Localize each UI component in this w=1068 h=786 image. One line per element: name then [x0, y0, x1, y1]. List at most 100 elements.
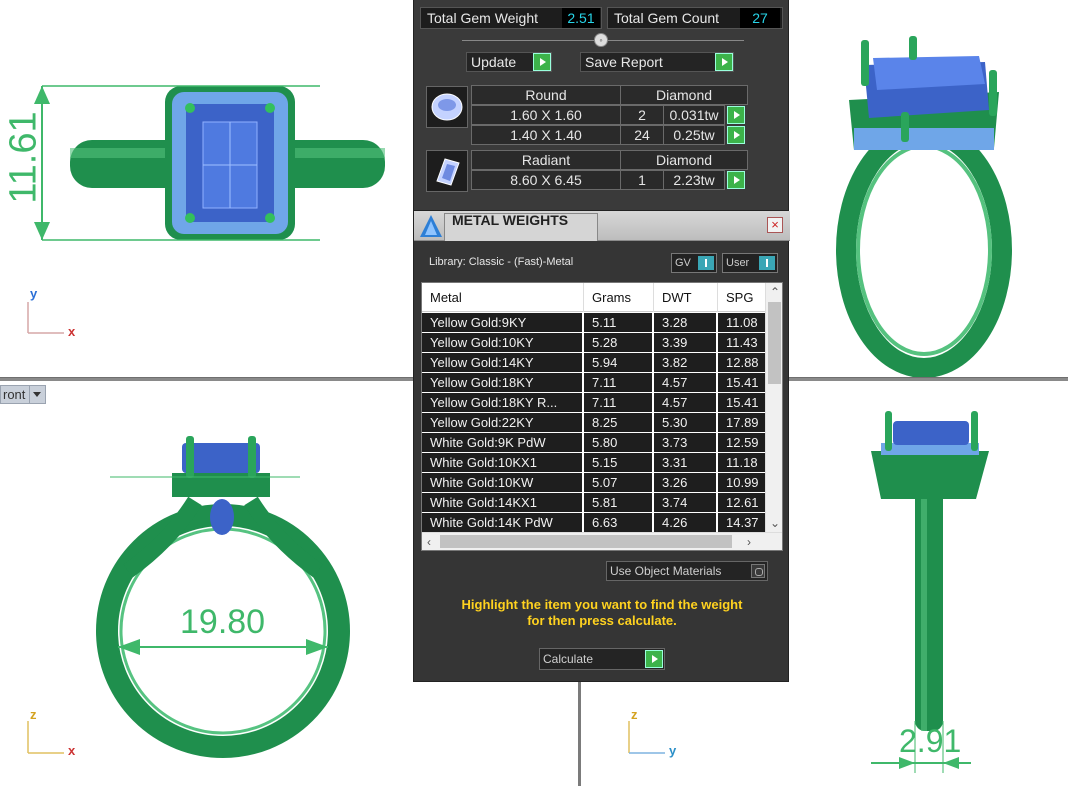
column-header-metal[interactable]: Metal — [422, 283, 584, 312]
save-report-play-icon[interactable] — [715, 53, 733, 71]
viewport-perspective[interactable] — [789, 0, 1068, 377]
gem-shape-radiant: Radiant — [471, 150, 621, 170]
gem-size-row: 8.60 X 6.45 — [471, 170, 621, 190]
horizontal-scrollbar[interactable]: ‹ › — [422, 532, 782, 550]
cell-grams: 5.11 — [584, 313, 654, 332]
user-toggle[interactable]: User — [722, 253, 778, 273]
cell-metal: Yellow Gold:10KY — [422, 333, 584, 352]
cell-metal: Yellow Gold:22KY — [422, 413, 584, 432]
total-gem-weight-value: 2.51 — [562, 8, 600, 28]
table-header: Metal Grams DWT SPG — [422, 283, 778, 312]
cell-dwt: 3.26 — [654, 473, 718, 492]
app-root: 11.61 y x 19.80 z x ront 2.91 z y Total … — [0, 0, 1068, 786]
gem-row-play-icon[interactable] — [727, 171, 745, 189]
cell-metal: White Gold:10KW — [422, 473, 584, 492]
user-toggle-label: User — [726, 257, 750, 269]
gem-weight-row: 0.25tw — [663, 125, 725, 145]
cell-metal: Yellow Gold:18KY — [422, 373, 584, 392]
metal-weights-title: METAL WEIGHTS — [452, 212, 569, 228]
cell-dwt: 4.26 — [654, 513, 718, 532]
cell-dwt: 4.57 — [654, 393, 718, 412]
scroll-up-icon[interactable]: ⌃ — [770, 284, 780, 300]
scroll-right-icon[interactable]: › — [747, 534, 751, 550]
cell-grams: 5.15 — [584, 453, 654, 472]
cell-dwt: 3.73 — [654, 433, 718, 452]
calculate-play-icon[interactable] — [645, 650, 663, 668]
axis-y-label-right: y — [669, 743, 677, 758]
vertical-scroll-thumb[interactable] — [768, 302, 781, 384]
gem-row-play-icon[interactable] — [727, 126, 745, 144]
metal-weights-table[interactable]: Metal Grams DWT SPG Yellow Gold:9KY 5.11 3… — [421, 282, 783, 551]
vertical-scrollbar[interactable]: ⌃ ⌄ — [765, 283, 782, 534]
table-row[interactable]: Yellow Gold:22KY 8.25 5.30 17.89 — [422, 413, 778, 433]
ring-top-view — [27, 85, 385, 334]
close-icon[interactable]: × — [767, 217, 783, 233]
metal-weights-icon — [420, 215, 442, 237]
cell-dwt: 4.57 — [654, 373, 718, 392]
instruction-text: Highlight the item you want to find the … — [414, 597, 790, 629]
viewport-front-menu[interactable]: ront — [0, 385, 47, 404]
size-slider-knob[interactable]: ◦ — [594, 33, 608, 47]
scroll-left-icon[interactable]: ‹ — [427, 534, 431, 550]
table-row[interactable]: Yellow Gold:18KY 7.11 4.57 15.41 — [422, 373, 778, 393]
total-gem-count-value: 27 — [740, 8, 780, 28]
metal-weights-dialog: METAL WEIGHTS × Library: Classic - (Fast… — [413, 210, 790, 682]
scroll-down-icon[interactable]: ⌄ — [770, 515, 780, 531]
column-header-grams[interactable]: Grams — [584, 283, 654, 312]
ring-perspective-view — [836, 36, 1012, 377]
gem-count-row: 2 — [620, 105, 664, 125]
gem-material-radiant: Diamond — [620, 150, 748, 170]
cell-dwt: 5.30 — [654, 413, 718, 432]
cell-grams: 8.25 — [584, 413, 654, 432]
use-object-materials-label: Use Object Materials — [610, 564, 722, 578]
use-object-materials-option[interactable]: Use Object Materials — [606, 561, 768, 581]
axis-x-label: x — [68, 324, 76, 339]
save-report-button[interactable]: Save Report — [580, 52, 734, 72]
column-header-dwt[interactable]: DWT — [654, 283, 718, 312]
table-row[interactable]: Yellow Gold:10KY 5.28 3.39 11.43 — [422, 333, 778, 353]
gem-row-play-icon[interactable] — [727, 106, 745, 124]
cell-dwt: 3.82 — [654, 353, 718, 372]
table-row[interactable]: Yellow Gold:18KY R... 7.11 4.57 15.41 — [422, 393, 778, 413]
cell-grams: 5.07 — [584, 473, 654, 492]
viewport-front-label: ront — [3, 387, 26, 402]
cell-metal: Yellow Gold:14KY — [422, 353, 584, 372]
update-play-icon[interactable] — [533, 53, 551, 71]
right-dimension-label: 2.91 — [899, 723, 962, 759]
cell-dwt: 3.28 — [654, 313, 718, 332]
table-row[interactable]: White Gold:9K PdW 5.80 3.73 12.59 — [422, 433, 778, 453]
table-row[interactable]: Yellow Gold:14KY 5.94 3.82 12.88 — [422, 353, 778, 373]
viewport-top[interactable]: 11.61 y x — [0, 0, 413, 377]
radiant-gem-icon — [426, 150, 468, 192]
radio-icon[interactable] — [751, 564, 765, 578]
cell-grams: 5.94 — [584, 353, 654, 372]
cell-metal: Yellow Gold:9KY — [422, 313, 584, 332]
table-row[interactable]: White Gold:10KX1 5.15 3.31 11.18 — [422, 453, 778, 473]
cell-metal: White Gold:9K PdW — [422, 433, 584, 452]
cell-metal: White Gold:10KX1 — [422, 453, 584, 472]
table-row[interactable]: White Gold:14KX1 5.81 3.74 12.61 — [422, 493, 778, 513]
gem-weight-row: 2.23tw — [663, 170, 725, 190]
chevron-down-icon[interactable] — [29, 386, 43, 403]
table-row[interactable]: White Gold:14K PdW 6.63 4.26 14.37 — [422, 513, 778, 533]
axis-z-label: z — [30, 707, 37, 722]
cell-dwt: 3.74 — [654, 493, 718, 512]
calculate-label: Calculate — [543, 652, 594, 666]
gem-weight-row: 0.031tw — [663, 105, 725, 125]
cell-grams: 5.28 — [584, 333, 654, 352]
library-label: Library: Classic - (Fast)-Metal — [429, 256, 574, 268]
cell-metal: Yellow Gold:18KY R... — [422, 393, 584, 412]
axis-y-label: y — [30, 286, 38, 301]
cell-dwt: 3.39 — [654, 333, 718, 352]
gv-toggle-label: GV — [675, 257, 691, 269]
horizontal-scroll-thumb[interactable] — [440, 535, 732, 548]
top-dimension-label: 11.61 — [2, 111, 45, 204]
gem-count-row: 24 — [620, 125, 664, 145]
metal-weights-titlebar[interactable]: METAL WEIGHTS × — [414, 211, 790, 241]
table-row[interactable]: White Gold:10KW 5.07 3.26 10.99 — [422, 473, 778, 493]
gem-report-panel: Total Gem Weight 2.51 Total Gem Count 27… — [413, 0, 789, 210]
gv-toggle[interactable]: GV — [671, 253, 717, 273]
round-gem-icon — [426, 86, 468, 128]
cell-grams: 5.81 — [584, 493, 654, 512]
table-row[interactable]: Yellow Gold:9KY 5.11 3.28 11.08 — [422, 313, 778, 333]
